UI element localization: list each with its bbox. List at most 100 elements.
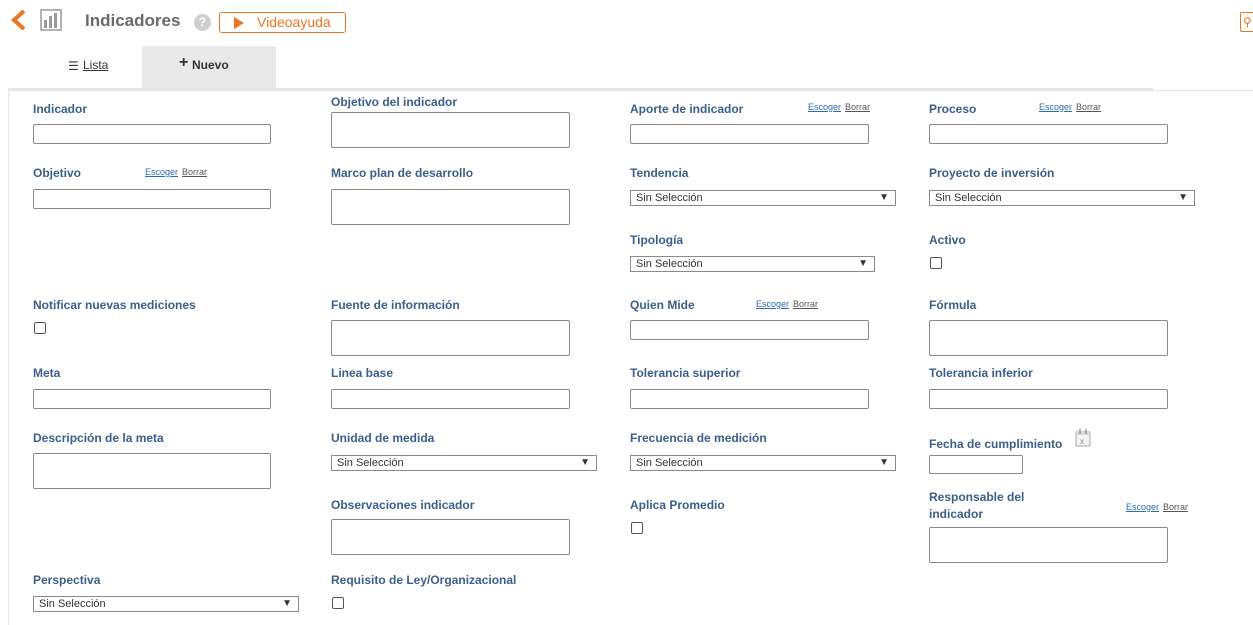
page-title: Indicadores [85, 11, 181, 30]
objetivo-indicador-textarea[interactable] [331, 112, 570, 148]
responsable-links: Escoger Borrar [1126, 502, 1188, 512]
activo-label: Activo [929, 233, 966, 247]
bar-chart-icon [40, 9, 62, 31]
tol-superior-label: Tolerancia superior [630, 366, 741, 380]
proceso-links: Escoger Borrar [1039, 102, 1101, 112]
tendencia-selected: Sin Selección [636, 192, 703, 204]
proceso-label: Proceso [929, 102, 977, 116]
tol-inferior-label: Tolerancia inferior [929, 366, 1033, 380]
proceso-clear-link[interactable]: Borrar [1076, 102, 1101, 112]
marco-plan-label: Marco plan de desarrollo [331, 166, 474, 180]
objetivo-choose-link[interactable]: Escoger [145, 167, 178, 177]
aplica-promedio-label: Aplica Promedio [630, 498, 725, 512]
tipologia-label: Tipología [630, 233, 684, 247]
requisito-ley-label: Requisito de Ley/Organizacional [331, 573, 517, 587]
linea-base-input[interactable] [331, 389, 570, 409]
fuente-label: Fuente de información [331, 298, 460, 312]
quien-mide-links: Escoger Borrar [756, 299, 818, 309]
objetivo-input[interactable] [33, 189, 271, 209]
unidad-medida-selected: Sin Selección [337, 457, 404, 469]
notificar-checkbox[interactable] [34, 322, 46, 334]
help-icon[interactable]: ? [194, 14, 211, 31]
objetivo-clear-link[interactable]: Borrar [182, 167, 207, 177]
proceso-choose-link[interactable]: Escoger [1039, 102, 1072, 112]
tab-nuevo-label: Nuevo [192, 58, 229, 72]
aporte-clear-link[interactable]: Borrar [845, 102, 870, 112]
responsable-clear-link[interactable]: Borrar [1163, 502, 1188, 512]
unidad-medida-select[interactable]: Sin Selección ▼ [331, 455, 597, 471]
marco-plan-textarea[interactable] [331, 189, 570, 225]
tab-bar: ☰ Lista + Nuevo [8, 46, 1153, 90]
formula-label: Fórmula [929, 298, 977, 312]
proyecto-inversion-selected: Sin Selección [935, 192, 1002, 204]
proyecto-inversion-select[interactable]: Sin Selección ▼ [929, 190, 1195, 206]
perspectiva-selected: Sin Selección [39, 598, 106, 610]
tendencia-select[interactable]: Sin Selección ▼ [630, 190, 896, 206]
requisito-ley-checkbox[interactable] [332, 597, 344, 609]
calendar-icon[interactable]: x [1075, 428, 1091, 447]
chevron-down-icon: ▼ [282, 598, 292, 609]
tol-inferior-input[interactable] [929, 389, 1168, 409]
desc-meta-label: Descripción de la meta [33, 431, 164, 445]
formula-textarea[interactable] [929, 320, 1168, 356]
indicador-label: Indicador [33, 102, 88, 116]
objetivo-links: Escoger Borrar [145, 167, 207, 177]
quien-mide-label: Quien Mide [630, 298, 695, 312]
top-bar: Indicadores ? Videoayuda ⚲ [0, 0, 1253, 44]
aporte-choose-link[interactable]: Escoger [808, 102, 841, 112]
notificar-label: Notificar nuevas mediciones [33, 298, 196, 312]
responsable-choose-link[interactable]: Escoger [1126, 502, 1159, 512]
plus-icon: + [179, 54, 189, 71]
objetivo-indicador-label: Objetivo del indicador [331, 95, 458, 109]
perspectiva-label: Perspectiva [33, 573, 101, 587]
linea-base-label: Linea base [331, 366, 394, 380]
video-help-label: Videoayuda [257, 14, 331, 30]
chevron-down-icon: ▼ [879, 192, 889, 203]
frecuencia-label: Frecuencia de medición [630, 431, 767, 445]
quien-mide-choose-link[interactable]: Escoger [756, 299, 789, 309]
objetivo-label: Objetivo [33, 166, 82, 180]
video-help-button[interactable]: Videoayuda [219, 12, 346, 33]
tendencia-label: Tendencia [630, 166, 689, 180]
tab-nuevo[interactable]: + Nuevo [142, 46, 276, 88]
perspectiva-select[interactable]: Sin Selección ▼ [33, 596, 299, 612]
aporte-links: Escoger Borrar [808, 102, 870, 112]
form-left-border [8, 90, 9, 625]
indicador-input[interactable] [33, 124, 271, 144]
tab-lista[interactable]: ☰ Lista [8, 46, 142, 88]
proyecto-inversion-label: Proyecto de inversión [929, 166, 1055, 180]
responsable-label: Responsable del indicador [929, 490, 1025, 521]
form-top-divider [8, 90, 1253, 91]
chevron-down-icon: ▼ [580, 457, 590, 468]
activo-checkbox[interactable] [930, 257, 942, 269]
observaciones-textarea[interactable] [331, 519, 570, 555]
chevron-down-icon: ▼ [879, 457, 889, 468]
desc-meta-textarea[interactable] [33, 453, 271, 489]
aplica-promedio-checkbox[interactable] [631, 522, 643, 534]
quien-mide-input[interactable] [630, 320, 869, 340]
play-icon [234, 17, 244, 29]
frecuencia-selected: Sin Selección [636, 457, 703, 469]
aporte-indicador-input[interactable] [630, 124, 869, 144]
aporte-indicador-label: Aporte de indicador [630, 102, 744, 116]
list-icon: ☰ [68, 59, 79, 73]
back-arrow-icon[interactable] [8, 8, 30, 32]
meta-label: Meta [33, 366, 61, 380]
meta-input[interactable] [33, 389, 271, 409]
chevron-down-icon: ▼ [1178, 192, 1188, 203]
fecha-cumplimiento-label: Fecha de cumplimiento [929, 437, 1063, 451]
search-key-icon[interactable]: ⚲ [1240, 12, 1253, 32]
responsable-textarea[interactable] [929, 527, 1168, 563]
svg-text:x: x [1080, 437, 1084, 446]
unidad-medida-label: Unidad de medida [331, 431, 435, 445]
observaciones-label: Observaciones indicador [331, 498, 475, 512]
proceso-input[interactable] [929, 124, 1168, 144]
frecuencia-select[interactable]: Sin Selección ▼ [630, 455, 896, 471]
chevron-down-icon: ▼ [858, 258, 868, 269]
fuente-textarea[interactable] [331, 320, 570, 356]
fecha-cumplimiento-input[interactable] [929, 455, 1023, 474]
tipologia-select[interactable]: Sin Selección ▼ [630, 256, 875, 272]
tol-superior-input[interactable] [630, 389, 869, 409]
quien-mide-clear-link[interactable]: Borrar [793, 299, 818, 309]
tab-lista-label: Lista [83, 58, 109, 72]
